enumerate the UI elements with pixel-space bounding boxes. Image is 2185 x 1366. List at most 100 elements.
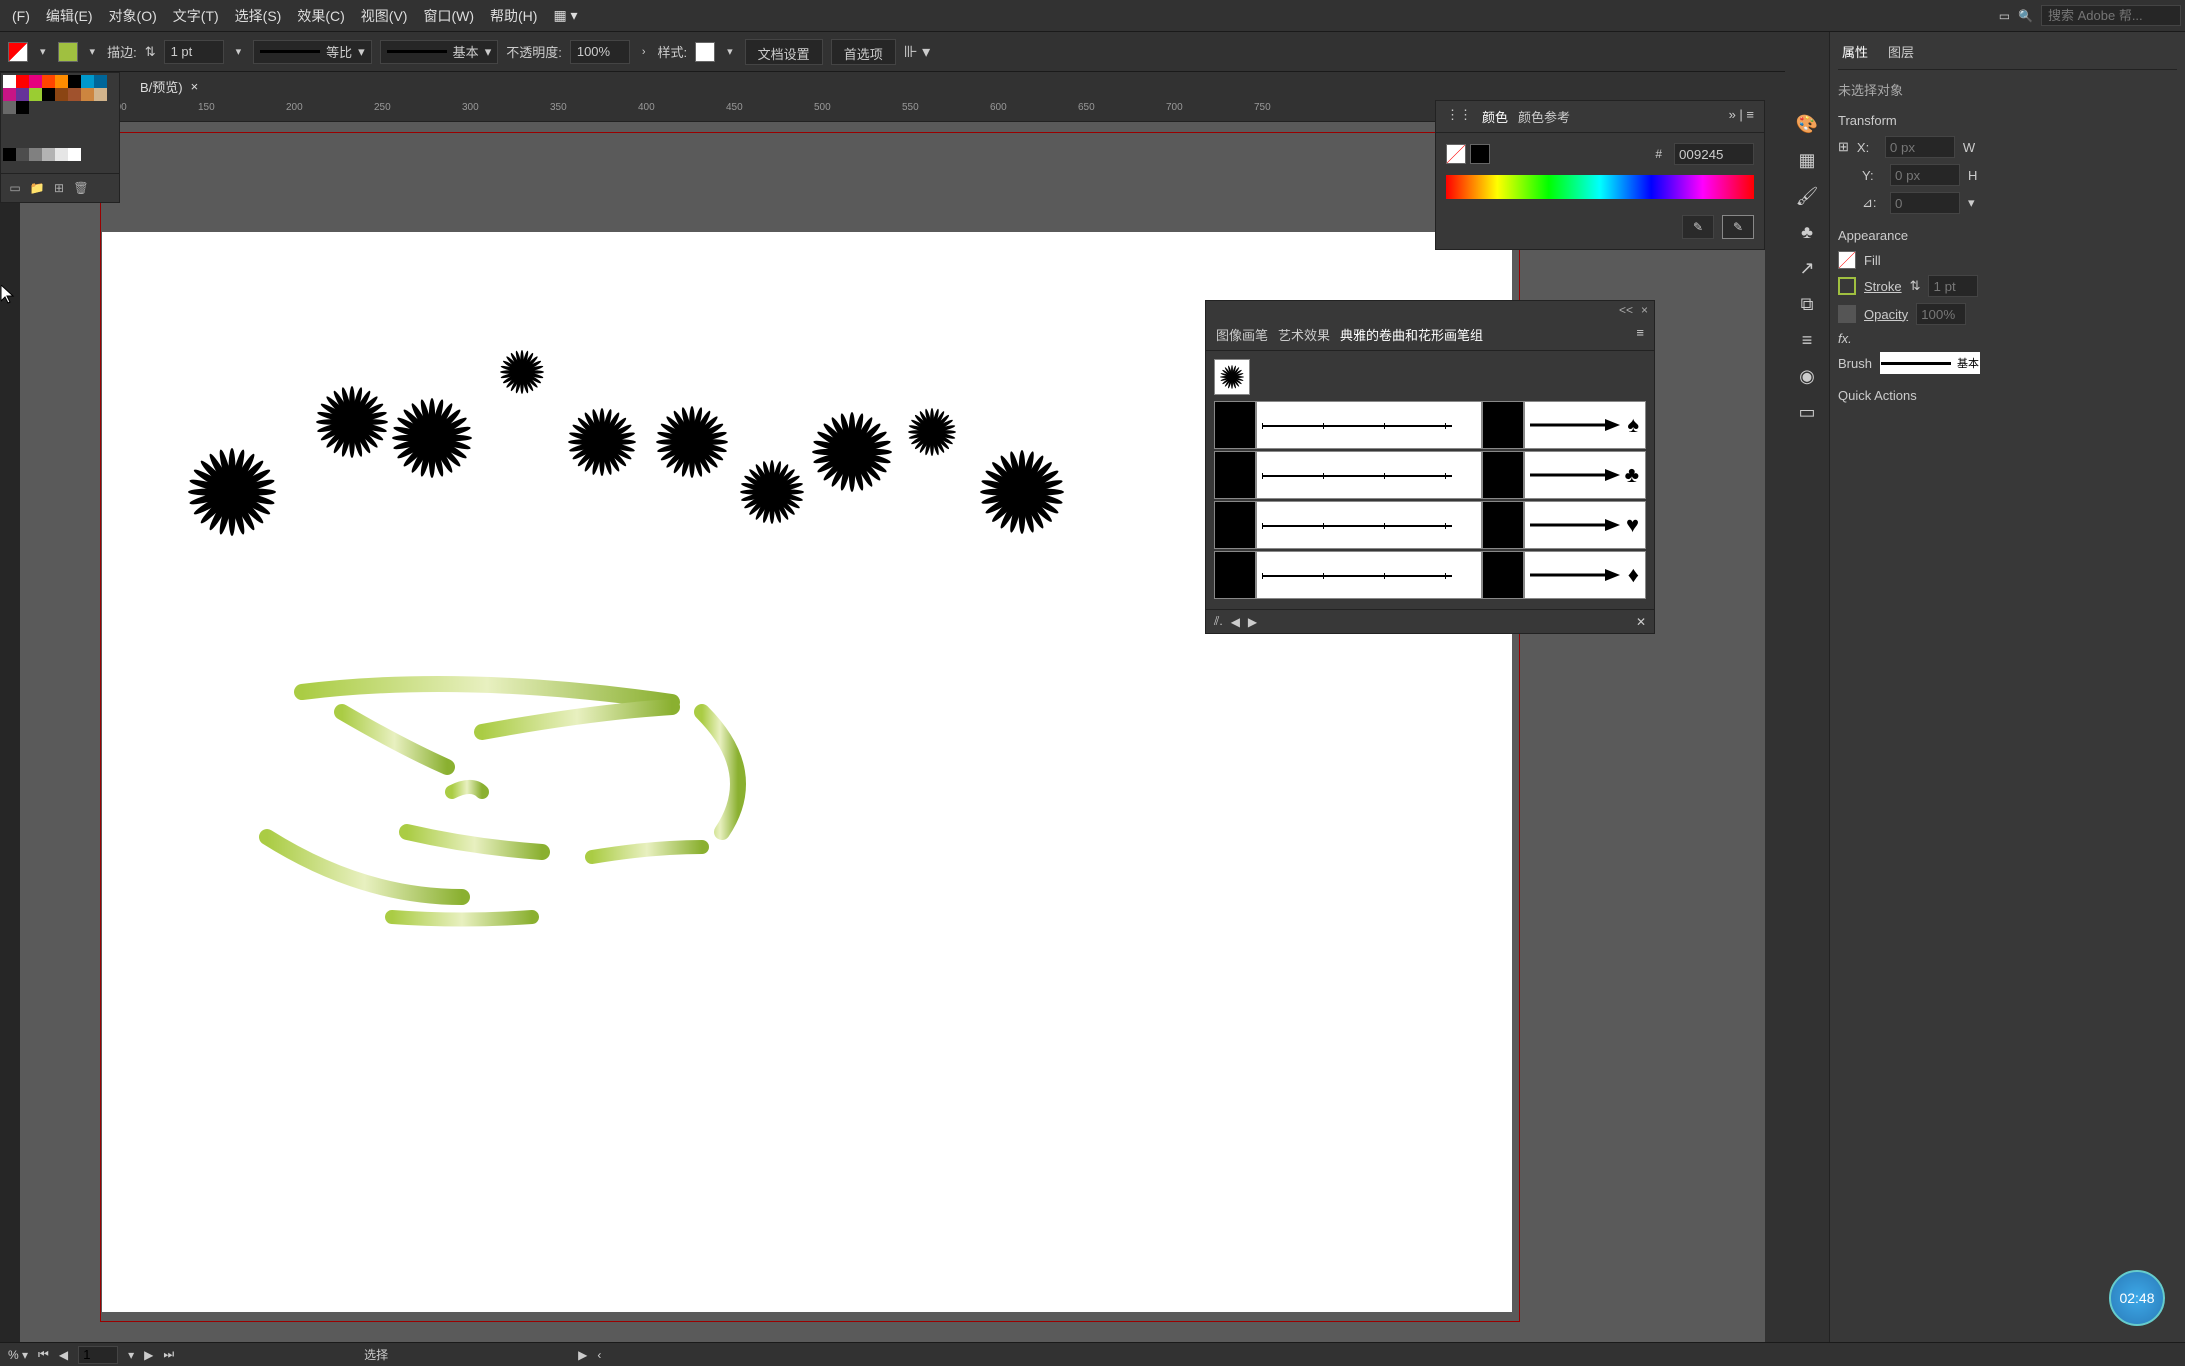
- symbols-icon[interactable]: ♣: [1795, 220, 1819, 244]
- opacity-input[interactable]: [570, 40, 630, 64]
- swatches-icon[interactable]: ▦: [1795, 148, 1819, 172]
- swatch[interactable]: [16, 88, 29, 101]
- workspace-switcher[interactable]: ▦ ▾: [545, 3, 585, 28]
- menu-select[interactable]: 选择(S): [227, 2, 290, 30]
- swatch[interactable]: [55, 75, 68, 88]
- panel-menu-icon[interactable]: ≡: [1636, 325, 1644, 344]
- link-wh-icon[interactable]: ⊞: [1838, 139, 1849, 155]
- menu-file[interactable]: (F): [4, 4, 38, 28]
- tab-artistic[interactable]: 艺术效果: [1278, 325, 1330, 344]
- stroke-stepper-icon[interactable]: ⇅: [145, 44, 156, 60]
- stroke-width-dropdown[interactable]: ▾: [232, 45, 246, 58]
- doc-tab[interactable]: B/预览) ×: [130, 73, 208, 100]
- last-page-icon[interactable]: ⏭: [163, 1347, 174, 1362]
- prev-icon[interactable]: ◀: [1231, 615, 1240, 629]
- opacity-swatch[interactable]: [1838, 305, 1856, 323]
- panel-collapse-icon[interactable]: » | ≡: [1729, 107, 1754, 126]
- align-icon[interactable]: ⊪ ▾: [904, 42, 930, 62]
- swatch[interactable]: [29, 75, 42, 88]
- brush-thumb-flower[interactable]: [1214, 359, 1250, 395]
- doc-setup-button[interactable]: 文档设置: [745, 39, 823, 65]
- fx-label[interactable]: fx.: [1838, 331, 1852, 346]
- brush-preview[interactable]: 基本: [1880, 352, 1980, 374]
- swatch[interactable]: [81, 75, 94, 88]
- opacity-dropdown[interactable]: ›: [638, 46, 650, 58]
- page-input[interactable]: [78, 1346, 118, 1364]
- color-spectrum[interactable]: [1446, 175, 1754, 199]
- menu-view[interactable]: 视图(V): [353, 2, 416, 30]
- swatch[interactable]: [42, 88, 55, 101]
- swatch[interactable]: [68, 148, 81, 161]
- graphic-styles-icon[interactable]: ▭: [1795, 400, 1819, 424]
- appearance-icon[interactable]: ◉: [1795, 364, 1819, 388]
- y-input[interactable]: [1890, 164, 1960, 186]
- new-swatch-icon[interactable]: ⊞: [51, 180, 67, 196]
- swatch-lib-icon[interactable]: ▭: [7, 180, 23, 196]
- export-icon[interactable]: ↗: [1795, 256, 1819, 280]
- close-icon[interactable]: ×: [191, 79, 199, 94]
- swatch[interactable]: [55, 148, 68, 161]
- brush-lib-icon[interactable]: ⫽.: [1214, 614, 1223, 629]
- scroll-left-icon[interactable]: ‹: [597, 1348, 601, 1362]
- menu-window[interactable]: 窗口(W): [415, 2, 482, 30]
- brush-row[interactable]: ♥: [1214, 501, 1646, 549]
- swatch[interactable]: [42, 75, 55, 88]
- stroke-black-swatch[interactable]: [1470, 144, 1490, 164]
- play-icon[interactable]: ▶: [578, 1348, 587, 1362]
- eyedropper-fill-icon[interactable]: ✎: [1722, 215, 1754, 239]
- align-icon[interactable]: ≡: [1795, 328, 1819, 352]
- brush-row[interactable]: ♦: [1214, 551, 1646, 599]
- asset-export-icon[interactable]: ⧉: [1795, 292, 1819, 316]
- swatch[interactable]: [94, 88, 107, 101]
- angle-input[interactable]: [1890, 192, 1960, 214]
- stroke-dropdown[interactable]: ▾: [86, 45, 100, 58]
- fill-swatch[interactable]: [8, 42, 28, 62]
- graphic-style-dropdown[interactable]: ▾: [723, 45, 737, 58]
- first-page-icon[interactable]: ⏮: [38, 1347, 49, 1362]
- color-wheel-icon[interactable]: 🎨: [1795, 112, 1819, 136]
- x-input[interactable]: [1885, 136, 1955, 158]
- brushes-icon[interactable]: 🖌: [1795, 184, 1819, 208]
- fill-none-swatch[interactable]: [1446, 144, 1466, 164]
- brush-row[interactable]: ♠: [1214, 401, 1646, 449]
- brush-row[interactable]: ♣: [1214, 451, 1646, 499]
- trash-icon[interactable]: 🗑: [73, 180, 89, 196]
- swatch[interactable]: [3, 101, 16, 114]
- swatch[interactable]: [68, 75, 81, 88]
- swatch[interactable]: [16, 148, 29, 161]
- menu-object[interactable]: 对象(O): [101, 2, 165, 30]
- remove-brush-icon[interactable]: ✕: [1636, 615, 1646, 629]
- tab-image-brush[interactable]: 图像画笔: [1216, 325, 1268, 344]
- swatch[interactable]: [42, 148, 55, 161]
- tab-layers[interactable]: 图层: [1884, 40, 1918, 63]
- eyedropper-icon[interactable]: ✎: [1682, 215, 1714, 239]
- swatch[interactable]: [55, 88, 68, 101]
- zoom-dropdown[interactable]: % ▾: [8, 1348, 28, 1362]
- swatch[interactable]: [68, 88, 81, 101]
- brush-combo[interactable]: 基本▾: [380, 40, 499, 64]
- folder-icon[interactable]: 📁: [29, 180, 45, 196]
- menu-type[interactable]: 文字(T): [165, 2, 227, 30]
- tab-color-guide[interactable]: 颜色参考: [1518, 107, 1570, 126]
- color-grip-icon[interactable]: ⋮⋮: [1446, 107, 1472, 126]
- fill-swatch[interactable]: [1838, 251, 1856, 269]
- stroke-swatch[interactable]: [1838, 277, 1856, 295]
- next-icon[interactable]: ▶: [1248, 615, 1257, 629]
- tab-color[interactable]: 颜色: [1482, 107, 1508, 126]
- swatch[interactable]: [3, 88, 16, 101]
- swatch[interactable]: [16, 75, 29, 88]
- arrange-docs-icon[interactable]: ▭: [1999, 9, 2010, 23]
- panel-collapse-icon[interactable]: <<: [1619, 303, 1633, 317]
- fill-dropdown[interactable]: ▾: [36, 45, 50, 58]
- preferences-button[interactable]: 首选项: [831, 39, 896, 65]
- graphic-style-swatch[interactable]: [695, 42, 715, 62]
- swatch[interactable]: [3, 75, 16, 88]
- opacity-value-input[interactable]: [1916, 303, 1966, 325]
- swatch[interactable]: [81, 88, 94, 101]
- menu-help[interactable]: 帮助(H): [482, 2, 545, 30]
- tab-elegant-curl[interactable]: 典雅的卷曲和花形画笔组: [1340, 325, 1483, 344]
- swatch[interactable]: [94, 75, 107, 88]
- swatch[interactable]: [3, 148, 16, 161]
- profile-combo[interactable]: 等比▾: [253, 40, 372, 64]
- next-page-icon[interactable]: ▶: [144, 1348, 153, 1362]
